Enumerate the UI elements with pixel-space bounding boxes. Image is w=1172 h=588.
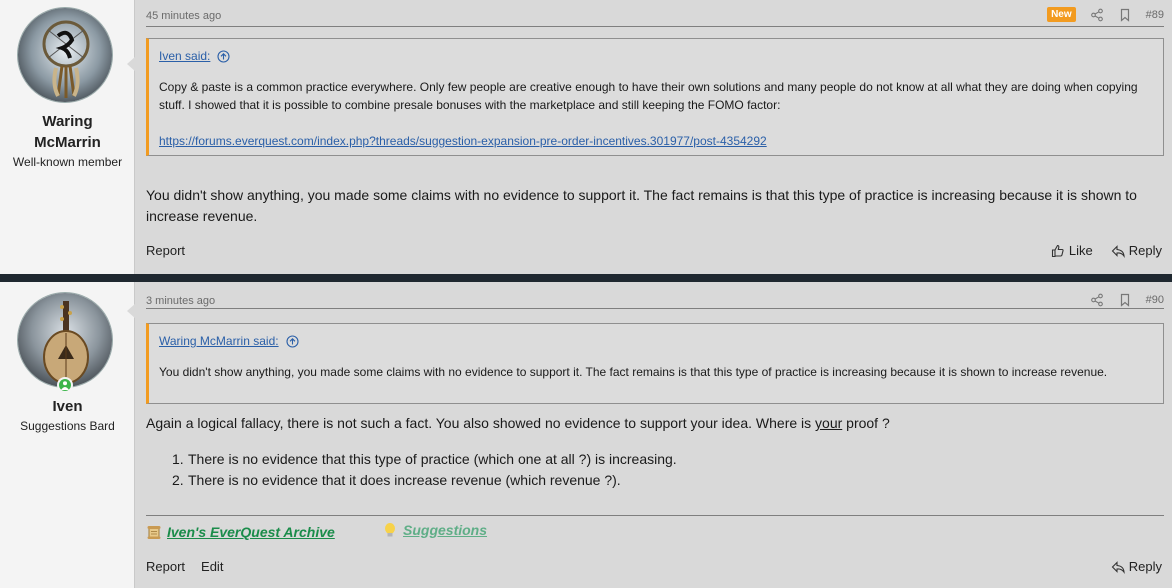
- quote-link[interactable]: https://forums.everquest.com/index.php?t…: [159, 134, 767, 148]
- share-icon[interactable]: [1090, 293, 1104, 307]
- post-number[interactable]: #90: [1146, 294, 1164, 306]
- avatar[interactable]: [17, 292, 113, 388]
- signature-divider: [146, 515, 1164, 516]
- post-body-emphasis: your: [815, 415, 843, 431]
- reply-icon: [1111, 560, 1125, 574]
- signature-archive-label[interactable]: Iven's EverQuest Archive: [167, 524, 335, 540]
- new-badge: New: [1047, 7, 1076, 22]
- quote-author[interactable]: Iven said:: [159, 49, 230, 63]
- list-item-text: There is no evidence that it does increa…: [188, 472, 621, 488]
- bookmark-icon[interactable]: [1118, 293, 1132, 307]
- reply-label: Reply: [1128, 243, 1162, 258]
- like-label: Like: [1068, 243, 1093, 258]
- quote-author[interactable]: Waring McMarrin said:: [159, 334, 299, 348]
- post-time[interactable]: 3 minutes ago: [146, 295, 215, 307]
- user-cell: Iven Suggestions Bard: [0, 282, 135, 588]
- edit-link[interactable]: Edit: [201, 559, 223, 574]
- post-separator: [0, 274, 1172, 282]
- signature-link-suggestions[interactable]: Suggestions: [382, 522, 487, 538]
- reply-button[interactable]: Reply: [1111, 559, 1162, 574]
- report-link[interactable]: Report: [146, 559, 185, 574]
- quote-author-label[interactable]: Waring McMarrin said:: [159, 334, 279, 348]
- post-time[interactable]: 45 minutes ago: [146, 10, 221, 22]
- post-90: Iven Suggestions Bard 3 minutes ago #90: [0, 282, 1172, 588]
- quote-author-label[interactable]: Iven said:: [159, 49, 210, 63]
- post-89: Waring McMarrin Well-known member 45 min…: [0, 0, 1172, 274]
- list-item-number: 2.: [172, 472, 184, 488]
- post-meta: 45 minutes ago New #89: [146, 0, 1164, 27]
- numbered-list: 1. There is no evidence that this type o…: [172, 449, 677, 491]
- list-item: 2. There is no evidence that it does inc…: [172, 470, 677, 491]
- username-line1[interactable]: Waring: [0, 111, 135, 132]
- username-line2[interactable]: McMarrin: [0, 132, 135, 153]
- post-callout-arrow: [127, 303, 136, 319]
- signature-link-archive[interactable]: Iven's EverQuest Archive: [146, 524, 335, 540]
- reply-button[interactable]: Reply: [1111, 243, 1162, 258]
- post-body: You didn't show anything, you made some …: [146, 187, 1137, 224]
- signature-suggestions-label[interactable]: Suggestions: [403, 522, 487, 538]
- bookmark-icon[interactable]: [1118, 8, 1132, 22]
- scroll-icon: [147, 526, 161, 539]
- list-item-number: 1.: [172, 451, 184, 467]
- user-title: Suggestions Bard: [20, 419, 115, 433]
- quote-block: Iven said: Copy & paste is a common prac…: [146, 38, 1164, 156]
- post-meta: 3 minutes ago #90: [146, 282, 1164, 309]
- thumbs-up-icon: [1051, 244, 1064, 257]
- username[interactable]: Iven: [0, 396, 135, 417]
- report-link[interactable]: Report: [146, 243, 185, 258]
- arrow-up-circle-icon[interactable]: [217, 49, 230, 63]
- online-status-icon: [57, 377, 73, 393]
- user-cell: Waring McMarrin Well-known member: [0, 0, 135, 274]
- post-body-start: Again a logical fallacy, there is not su…: [146, 415, 816, 431]
- arrow-up-circle-icon[interactable]: [286, 334, 299, 348]
- lightbulb-icon: [385, 523, 395, 537]
- post-number[interactable]: #89: [1146, 9, 1164, 21]
- post-main: 45 minutes ago New #89 Iven said: Copy &…: [136, 0, 1172, 274]
- post-callout-arrow: [127, 56, 136, 72]
- post-body: Again a logical fallacy, there is not su…: [146, 413, 1152, 434]
- list-item: 1. There is no evidence that this type o…: [172, 449, 677, 470]
- quote-text: You didn't show anything, you made some …: [159, 365, 1108, 379]
- avatar[interactable]: [17, 7, 113, 103]
- quote-block: Waring McMarrin said: You didn't show an…: [146, 323, 1164, 404]
- reply-label: Reply: [1128, 559, 1162, 574]
- user-title: Well-known member: [12, 155, 123, 169]
- like-button[interactable]: Like: [1051, 243, 1093, 258]
- post-body-end: proof ?: [842, 415, 890, 431]
- share-icon[interactable]: [1090, 8, 1104, 22]
- quote-text: Copy & paste is a common practice everyw…: [159, 80, 1138, 112]
- reply-icon: [1111, 244, 1125, 258]
- list-item-text: There is no evidence that this type of p…: [188, 451, 677, 467]
- post-main: 3 minutes ago #90 Waring McMarrin said:: [136, 282, 1172, 588]
